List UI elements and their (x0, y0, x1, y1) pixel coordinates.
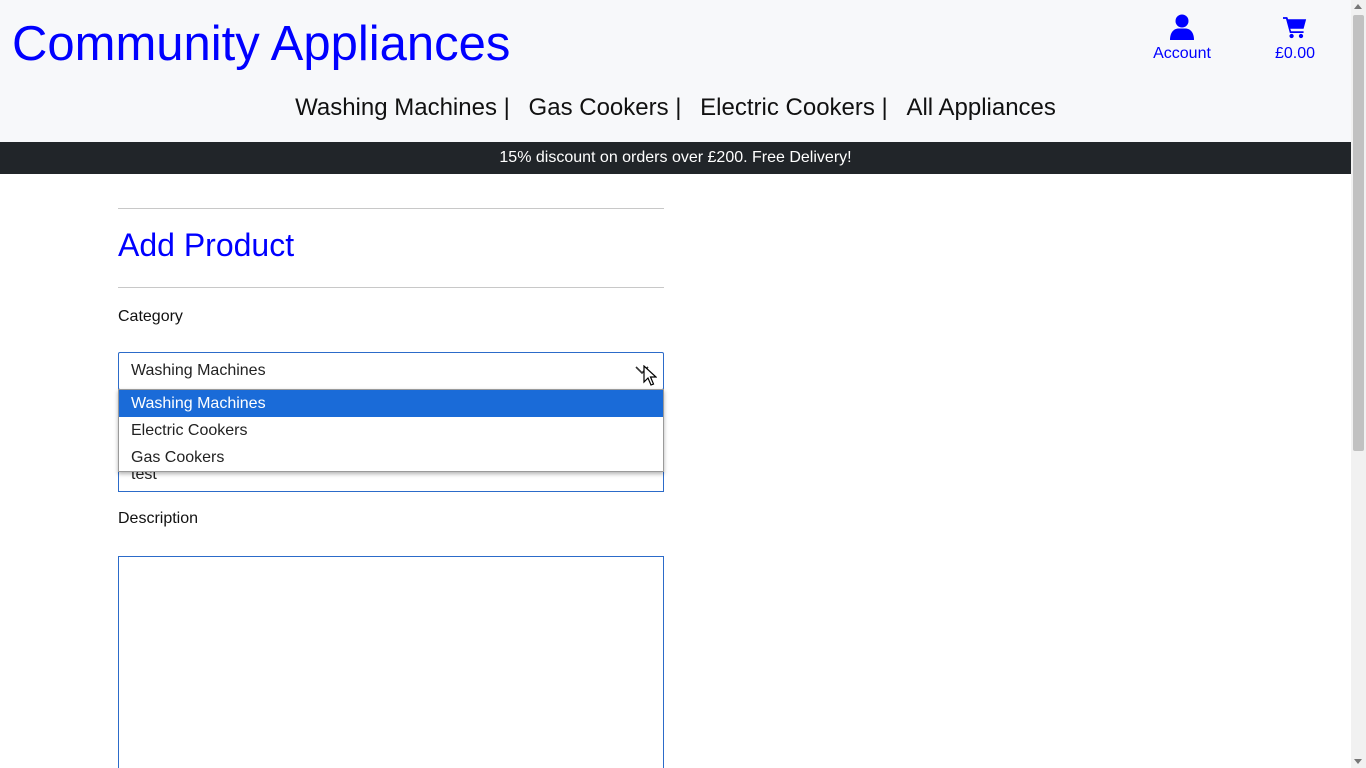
option-gas-cookers[interactable]: Gas Cookers (119, 444, 663, 471)
top-divider (118, 208, 664, 209)
page-scrollbar[interactable] (1351, 0, 1366, 768)
nav-gas-cookers[interactable]: Gas Cookers | (529, 94, 682, 121)
scroll-down-arrow-icon[interactable] (1354, 759, 1362, 764)
category-select[interactable]: Washing Machines (118, 352, 664, 390)
nav-washing-machines[interactable]: Washing Machines | (295, 94, 510, 121)
site-header: Community Appliances Account £0.00 Washi… (0, 0, 1351, 142)
shopping-cart-icon (1283, 17, 1307, 39)
add-product-form: Add Product Category Washing Machines te… (118, 208, 664, 768)
scrollbar-thumb[interactable] (1353, 15, 1364, 451)
basket-total: £0.00 (1274, 45, 1316, 62)
scroll-up-arrow-icon[interactable] (1354, 4, 1362, 9)
description-label: Description (118, 510, 199, 527)
nav-electric-cookers[interactable]: Electric Cookers | (700, 94, 888, 121)
main-nav: Washing Machines | Gas Cookers | Electri… (0, 91, 1351, 125)
account-label: Account (1153, 45, 1211, 62)
title-divider (118, 287, 664, 288)
user-icon (1170, 14, 1194, 40)
account-link[interactable]: Account (1150, 14, 1214, 63)
category-label: Category (118, 308, 183, 325)
page-title: Add Product (118, 227, 295, 263)
site-logo[interactable]: Community Appliances (12, 14, 510, 74)
option-washing-machines[interactable]: Washing Machines (119, 390, 663, 417)
category-dropdown-list: Washing Machines Electric Cookers Gas Co… (118, 389, 664, 472)
page: Community Appliances Account £0.00 Washi… (0, 0, 1351, 768)
category-selected-value: Washing Machines (131, 362, 266, 379)
nav-all-appliances[interactable]: All Appliances (906, 94, 1055, 121)
basket-link[interactable]: £0.00 (1263, 14, 1327, 63)
promo-banner: 15% discount on orders over £200. Free D… (0, 142, 1351, 174)
option-electric-cookers[interactable]: Electric Cookers (119, 417, 663, 444)
description-textarea[interactable] (118, 556, 664, 768)
mouse-pointer-icon (643, 365, 657, 386)
